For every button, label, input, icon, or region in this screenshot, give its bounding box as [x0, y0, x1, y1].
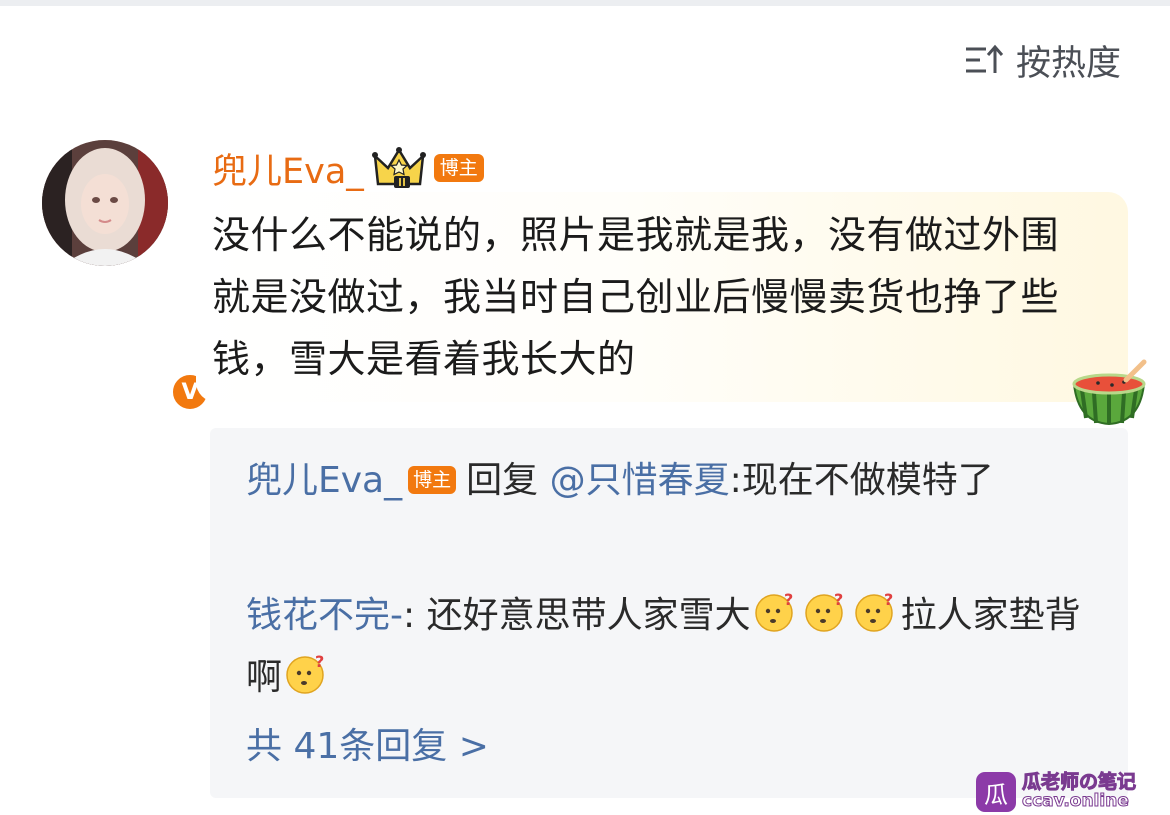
- watermelon-bowl-icon: [1072, 359, 1147, 426]
- top-divider: [0, 0, 1170, 6]
- thinking-question-face-icon: ?: [854, 590, 893, 632]
- watermark-text: 瓜老师の笔记 ccav.online: [1021, 771, 1137, 811]
- reply-item: 钱花不完-: 还好意思带人家雪大??? 拉人家垫背啊?: [246, 585, 1096, 709]
- svg-text:?: ?: [315, 652, 324, 671]
- sort-by-hot-button[interactable]: 按热度: [964, 38, 1121, 84]
- reply-mention[interactable]: @只惜春夏: [550, 460, 730, 501]
- reply-author-name[interactable]: 兜儿Eva_: [246, 460, 402, 501]
- svg-text:?: ?: [784, 590, 793, 609]
- reply-prefix: 回复: [466, 460, 539, 501]
- svg-text:?: ?: [884, 590, 893, 609]
- view-all-replies-link[interactable]: 共 41条回复 >: [246, 722, 489, 772]
- avatar-image: [42, 140, 168, 266]
- watermark-main: 瓜老师の笔记: [1021, 771, 1137, 793]
- author-avatar[interactable]: V: [42, 140, 210, 412]
- watermark-logo: 瓜: [976, 772, 1016, 812]
- thinking-question-face-icon: ?: [804, 590, 843, 632]
- sort-icon: [966, 44, 1004, 73]
- reply-text-part1: : 还好意思带人家雪大: [403, 595, 751, 636]
- reply-text: :现在不做模特了: [729, 460, 994, 501]
- author-tag-blogger: 博主: [433, 154, 484, 182]
- comment-author-name[interactable]: 兜儿Eva_: [212, 143, 364, 194]
- thinking-question-face-icon: ?: [754, 590, 793, 632]
- comment-text: 没什么不能说的，照片是我就是我，没有做过外围就是没做过，我当时自己创业后慢慢卖货…: [212, 213, 1060, 381]
- crown-icon: [371, 147, 426, 188]
- thinking-question-face-icon: ?: [286, 652, 324, 694]
- svg-text:?: ?: [834, 590, 843, 609]
- reply-author-name[interactable]: 钱花不完-: [246, 595, 403, 636]
- watermark-sub: ccav.online: [1021, 791, 1129, 811]
- reply-author-tag-blogger: 博主: [408, 466, 457, 494]
- reply-item: 兜儿Eva_ 博主 回复 @只惜春夏:现在不做模特了: [246, 450, 1096, 512]
- sort-label: 按热度: [1016, 43, 1122, 84]
- site-watermark: 瓜 瓜老师の笔记 ccav.online: [976, 771, 1137, 812]
- comment-author-row: 兜儿Eva_ 博主: [212, 146, 484, 192]
